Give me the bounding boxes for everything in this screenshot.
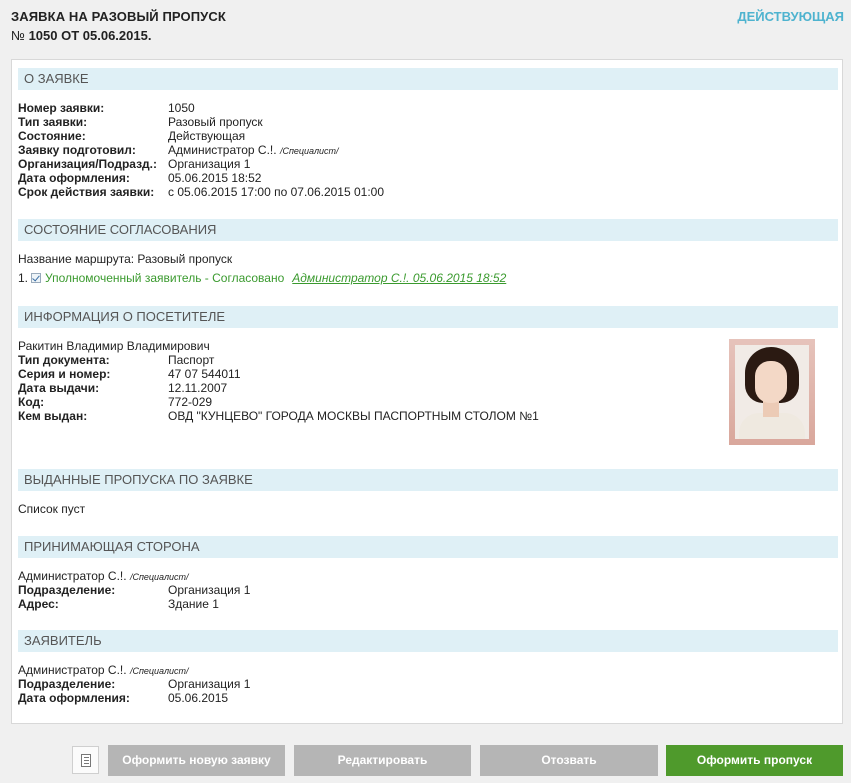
request-card: О ЗАЯВКЕ Номер заявки: 1050 Тип заявки: … xyxy=(11,59,843,724)
section-approval-heading: СОСТОЯНИЕ СОГЛАСОВАНИЯ xyxy=(18,219,838,241)
approval-item: 1. Уполномоченный заявитель - Согласовано… xyxy=(18,271,506,285)
status-link[interactable]: ДЕЙСТВУЮЩАЯ xyxy=(737,9,844,24)
field-label: Подразделение: xyxy=(18,583,116,597)
approval-status: Уполномоченный заявитель - Согласовано xyxy=(45,271,285,285)
visitor-photo xyxy=(729,339,815,445)
edit-button[interactable]: Редактировать xyxy=(294,745,471,776)
field-value: 12.11.2007 xyxy=(168,381,228,395)
approver-link[interactable]: Администратор С.!. 05.06.2015 18:52 xyxy=(292,271,506,285)
field-label: Адрес: xyxy=(18,597,59,611)
applicant-person: Администратор С.!. xyxy=(18,663,127,677)
field-value: ОВД "КУНЦЕВО" ГОРОДА МОСКВЫ ПАСПОРТНЫМ С… xyxy=(168,409,539,423)
field-value: 47 07 544011 xyxy=(168,367,241,381)
field-label: Дата выдачи: xyxy=(18,381,100,395)
print-button[interactable] xyxy=(72,746,99,774)
host-role: /Специалист/ xyxy=(129,572,189,582)
section-passes-heading: ВЫДАННЫЕ ПРОПУСКА ПО ЗАЯВКЕ xyxy=(18,469,838,491)
section-host-heading: ПРИНИМАЮЩАЯ СТОРОНА xyxy=(18,536,838,558)
passes-empty-text: Список пуст xyxy=(18,502,86,516)
issue-pass-button[interactable]: Оформить пропуск xyxy=(666,745,843,776)
request-number: № 1050 ОТ 05.06.2015. xyxy=(11,28,151,43)
number-prefix: № xyxy=(11,28,25,43)
field-value: Здание 1 xyxy=(168,597,219,611)
field-label: Заявку подготовил: xyxy=(18,143,136,157)
field-value: Администратор С.!. /Специалист/ xyxy=(168,143,339,158)
document-icon xyxy=(81,754,91,767)
revoke-button[interactable]: Отозвать xyxy=(480,745,658,776)
field-label: Тип документа: xyxy=(18,353,110,367)
field-value: Организация 1 xyxy=(168,677,251,691)
new-request-button[interactable]: Оформить новую заявку xyxy=(108,745,285,776)
field-value: Организация 1 xyxy=(168,157,251,171)
field-value: Паспорт xyxy=(168,353,215,367)
field-label: Срок действия заявки: xyxy=(18,185,155,199)
field-label: Состояние: xyxy=(18,129,86,143)
field-label: Серия и номер: xyxy=(18,367,111,381)
field-value: Разовый пропуск xyxy=(168,115,263,129)
page-title: ЗАЯВКА НА РАЗОВЫЙ ПРОПУСК xyxy=(11,9,226,24)
preparer-name: Администратор С.!. xyxy=(168,143,277,157)
field-label: Подразделение: xyxy=(18,677,116,691)
route-name: Название маршрута: Разовый пропуск xyxy=(18,252,233,266)
field-label: Дата оформления: xyxy=(18,171,130,185)
field-label: Номер заявки: xyxy=(18,101,105,115)
host-name: Администратор С.!. /Специалист/ xyxy=(18,569,189,584)
field-value: 772-029 xyxy=(168,395,213,409)
visitor-name: Ракитин Владимир Владимирович xyxy=(18,339,210,353)
page-header: ЗАЯВКА НА РАЗОВЫЙ ПРОПУСК № 1050 ОТ 05.0… xyxy=(0,0,851,60)
approval-index: 1. xyxy=(18,271,29,285)
field-value: 05.06.2015 18:52 xyxy=(168,171,262,185)
field-label: Дата оформления: xyxy=(18,691,130,705)
field-value: с 05.06.2015 17:00 по 07.06.2015 01:00 xyxy=(168,185,385,199)
field-value: 1050 xyxy=(168,101,195,115)
section-about-heading: О ЗАЯВКЕ xyxy=(18,68,838,90)
field-label: Кем выдан: xyxy=(18,409,88,423)
checkbox-checked-icon xyxy=(31,273,42,283)
field-value: Действующая xyxy=(168,129,246,143)
field-value: 05.06.2015 xyxy=(168,691,229,705)
host-person: Администратор С.!. xyxy=(18,569,127,583)
field-label: Организация/Подразд.: xyxy=(18,157,158,171)
number-text: 1050 ОТ 05.06.2015. xyxy=(28,28,152,43)
section-applicant-heading: ЗАЯВИТЕЛЬ xyxy=(18,630,838,652)
applicant-name: Администратор С.!. /Специалист/ xyxy=(18,663,189,678)
field-label: Код: xyxy=(18,395,45,409)
applicant-role: /Специалист/ xyxy=(129,666,189,676)
section-visitor-heading: ИНФОРМАЦИЯ О ПОСЕТИТЕЛЕ xyxy=(18,306,838,328)
field-value: Организация 1 xyxy=(168,583,251,597)
preparer-role: /Специалист/ xyxy=(279,146,339,156)
action-bar: Оформить новую заявку Редактировать Отоз… xyxy=(0,745,851,776)
field-label: Тип заявки: xyxy=(18,115,88,129)
